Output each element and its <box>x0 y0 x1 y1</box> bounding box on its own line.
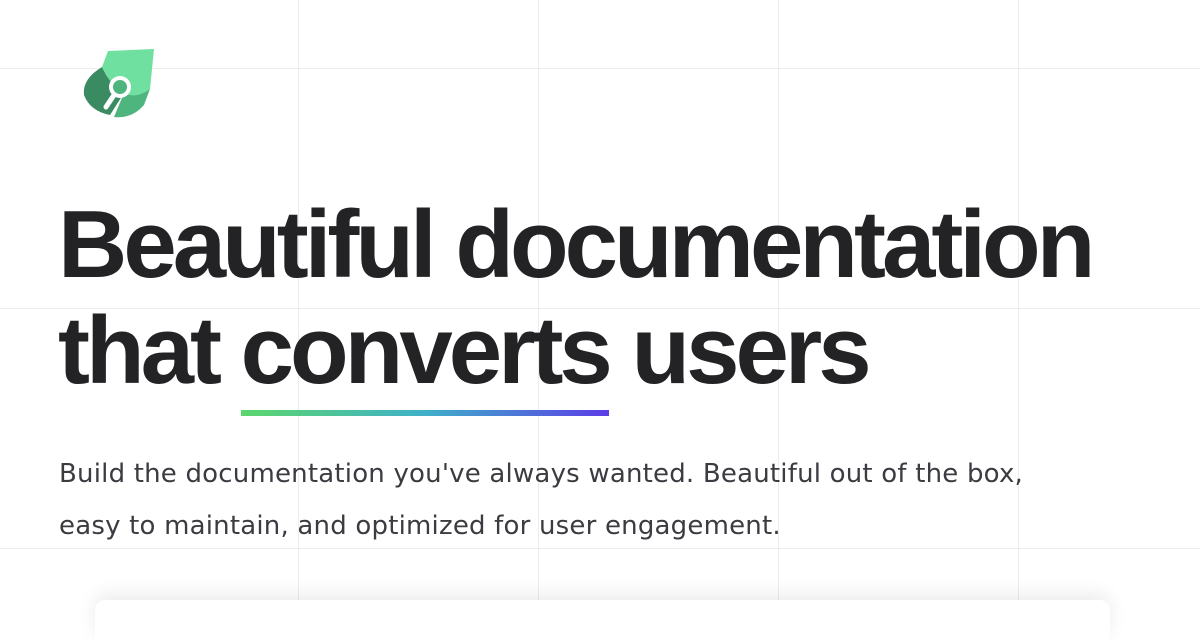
subtitle-line-1: Build the documentation you've always wa… <box>59 459 1024 489</box>
headline-line-2: that converts users <box>58 297 1091 416</box>
subtitle-line-2: easy to maintain, and optimized for user… <box>59 511 781 541</box>
preview-card-edge <box>95 600 1110 640</box>
hero-headline: Beautiful documentation that converts us… <box>58 191 1095 416</box>
gradient-underline <box>240 410 609 416</box>
headline-suffix: users <box>608 297 871 404</box>
hero-subtitle: Build the documentation you've always wa… <box>59 448 1139 552</box>
highlighted-word: converts <box>240 297 613 416</box>
headline-line-1: Beautiful documentation <box>58 191 1095 298</box>
leaf-brush-icon[interactable] <box>80 45 156 121</box>
highlighted-word-text: converts <box>240 297 613 404</box>
headline-prefix: that <box>58 297 241 404</box>
